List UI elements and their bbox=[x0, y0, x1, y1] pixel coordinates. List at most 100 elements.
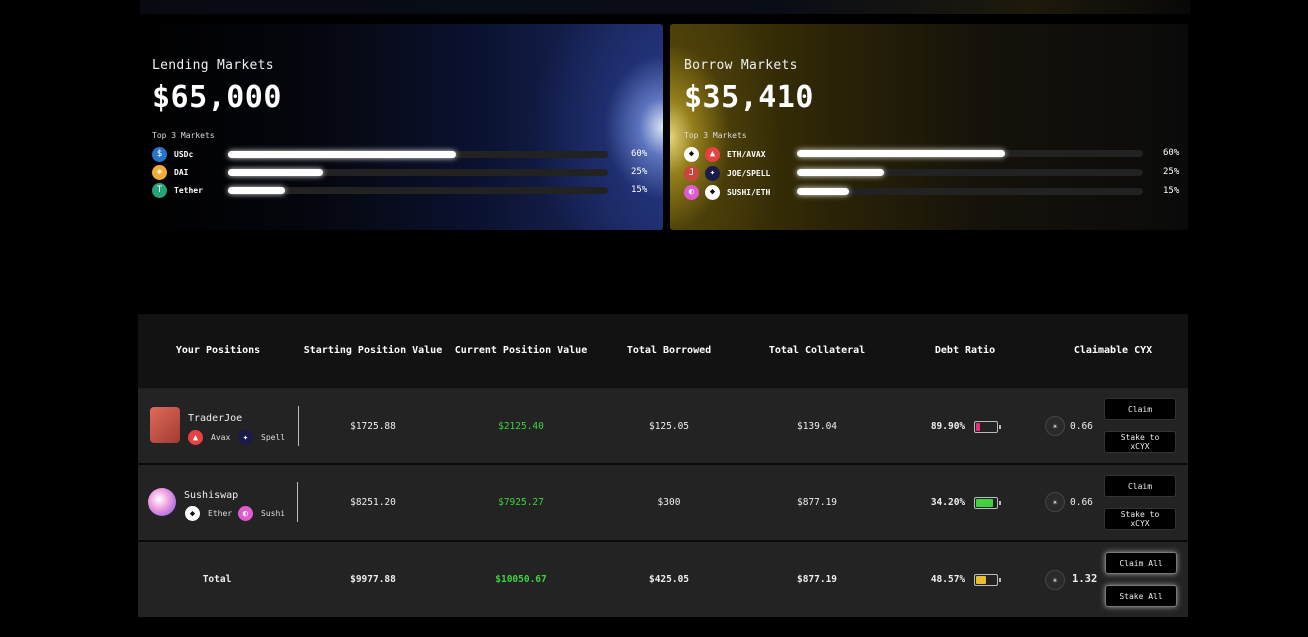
total-debt-ratio: 48.57% bbox=[930, 574, 966, 585]
market-name: DAI bbox=[174, 167, 189, 177]
total-collateral: $139.04 bbox=[796, 421, 838, 432]
market-pct: 60% bbox=[1163, 148, 1180, 158]
borrow-title: Borrow Markets bbox=[684, 58, 798, 73]
claimable-amount: 0.66 bbox=[1070, 421, 1093, 432]
bar-fill bbox=[797, 188, 849, 195]
total-borrowed: $125.05 bbox=[648, 421, 690, 432]
total-claimable-amount: 1.32 bbox=[1072, 573, 1098, 585]
bar-fill bbox=[228, 169, 323, 176]
header-starting-value: Starting Position Value bbox=[303, 345, 443, 356]
market-name: SUSHI/ETH bbox=[727, 187, 771, 197]
spell-icon: ✦ bbox=[705, 165, 720, 181]
claimable-amount: 0.66 bbox=[1070, 497, 1093, 508]
sushi-icon: ◐ bbox=[238, 506, 253, 521]
market-pct: 25% bbox=[631, 167, 648, 177]
market-share-bar bbox=[797, 169, 1143, 176]
battery-level bbox=[976, 576, 986, 584]
claim-all-button[interactable]: Claim All bbox=[1105, 552, 1177, 574]
stake-to-xcyx-button[interactable]: Stake to xCYX bbox=[1104, 508, 1176, 530]
ether-icon: ◆ bbox=[185, 506, 200, 521]
market-name: Tether bbox=[174, 185, 203, 195]
tether-icon: T bbox=[152, 182, 167, 198]
lending-amount: $65,000 bbox=[152, 80, 282, 115]
token-name: Spell bbox=[261, 433, 286, 442]
market-pct: 15% bbox=[1163, 186, 1180, 196]
cyx-token-icon: ✴ bbox=[1045, 570, 1065, 590]
token-chip: ◆ Ether bbox=[185, 506, 232, 521]
borrow-market-row: ◐ ◆ SUSHI/ETH bbox=[684, 184, 770, 200]
usdc-icon: $ bbox=[152, 146, 167, 162]
market-share-bar bbox=[228, 187, 608, 194]
spell-icon: ✦ bbox=[238, 430, 253, 445]
claim-button[interactable]: Claim bbox=[1104, 475, 1176, 497]
table-row: TraderJoe ▲ Avax ✦ Spell $1725.88 $2125.… bbox=[138, 389, 1188, 465]
table-header: Your Positions Starting Position Value C… bbox=[138, 314, 1188, 388]
borrow-markets-card: Borrow Markets $35,410 Top 3 Markets ◆ ▲… bbox=[670, 24, 1188, 230]
borrow-amount: $35,410 bbox=[684, 80, 814, 115]
ether-icon: ◆ bbox=[684, 146, 699, 162]
claim-button[interactable]: Claim bbox=[1104, 398, 1176, 420]
lending-markets-card: Lending Markets $65,000 Top 3 Markets $ … bbox=[138, 24, 663, 230]
lending-subtitle: Top 3 Markets bbox=[152, 131, 215, 140]
debt-ratio-value: 89.90% bbox=[930, 421, 966, 432]
cyx-token-icon: ✴ bbox=[1045, 492, 1065, 512]
lending-market-row: $ USDc bbox=[152, 146, 193, 162]
dai-icon: ◈ bbox=[152, 164, 167, 180]
header-claimable-cyx: Claimable CYX bbox=[1073, 345, 1153, 356]
market-name: USDc bbox=[174, 149, 194, 159]
borrow-market-row: J ✦ JOE/SPELL bbox=[684, 165, 770, 181]
token-chip: ▲ Avax bbox=[188, 430, 230, 445]
token-name: Ether bbox=[208, 509, 233, 518]
lending-title: Lending Markets bbox=[152, 58, 274, 73]
protocol-name: Sushiswap bbox=[184, 489, 239, 501]
borrow-market-row: ◆ ▲ ETH/AVAX bbox=[684, 146, 766, 162]
market-name: ETH/AVAX bbox=[727, 149, 766, 159]
battery-nub bbox=[999, 501, 1001, 505]
lending-market-row: ◈ DAI bbox=[152, 164, 188, 180]
stake-all-button[interactable]: Stake All bbox=[1105, 585, 1177, 607]
current-value: $2125.40 bbox=[498, 421, 544, 432]
avax-icon: ▲ bbox=[705, 146, 720, 162]
market-pct: 25% bbox=[1163, 167, 1180, 177]
cyx-token-icon: ✴ bbox=[1045, 416, 1065, 436]
positions-table: Your Positions Starting Position Value C… bbox=[138, 314, 1188, 617]
market-share-bar bbox=[228, 169, 608, 176]
current-value: $7925.27 bbox=[498, 497, 544, 508]
header-debt-ratio: Debt Ratio bbox=[934, 345, 996, 356]
total-collateral: $877.19 bbox=[796, 497, 838, 508]
joe-icon: J bbox=[684, 165, 699, 181]
starting-value: $1725.88 bbox=[350, 421, 396, 432]
battery-level bbox=[976, 499, 993, 507]
table-row: Sushiswap ◆ Ether ◐ Sushi $8251.20 $7925… bbox=[138, 465, 1188, 542]
top-glow bbox=[140, 0, 1190, 14]
sushi-icon: ◐ bbox=[684, 184, 699, 200]
token-chip: ✦ Spell bbox=[238, 430, 285, 445]
market-share-bar bbox=[228, 151, 608, 158]
total-row: Total $9977.88 $10050.67 $425.05 $877.19… bbox=[138, 542, 1188, 617]
ether-icon: ◆ bbox=[705, 184, 720, 200]
protocol-name: TraderJoe bbox=[188, 412, 243, 424]
market-share-bar bbox=[797, 150, 1143, 157]
debt-battery-icon bbox=[974, 497, 1001, 509]
battery-level bbox=[976, 423, 980, 431]
token-chip: ◐ Sushi bbox=[238, 506, 285, 521]
stake-to-xcyx-button[interactable]: Stake to xCYX bbox=[1104, 431, 1176, 453]
token-name: Avax bbox=[211, 433, 231, 442]
header-total-borrowed: Total Borrowed bbox=[626, 345, 712, 356]
debt-battery-icon bbox=[974, 421, 1001, 433]
header-total-collateral: Total Collateral bbox=[768, 345, 866, 356]
token-name: Sushi bbox=[261, 509, 286, 518]
bar-fill bbox=[228, 187, 285, 194]
debt-ratio-value: 34.20% bbox=[930, 497, 966, 508]
total-borrowed: $425.05 bbox=[648, 574, 690, 585]
total-label: Total bbox=[202, 574, 232, 585]
starting-value: $8251.20 bbox=[350, 497, 396, 508]
avax-icon: ▲ bbox=[188, 430, 203, 445]
debt-battery-icon bbox=[974, 574, 1001, 586]
sushiswap-logo-icon bbox=[148, 488, 176, 516]
traderjoe-logo-icon bbox=[150, 407, 180, 443]
market-share-bar bbox=[797, 188, 1143, 195]
market-name: JOE/SPELL bbox=[727, 168, 771, 178]
total-borrowed: $300 bbox=[657, 497, 681, 508]
total-starting-value: $9977.88 bbox=[350, 574, 396, 585]
